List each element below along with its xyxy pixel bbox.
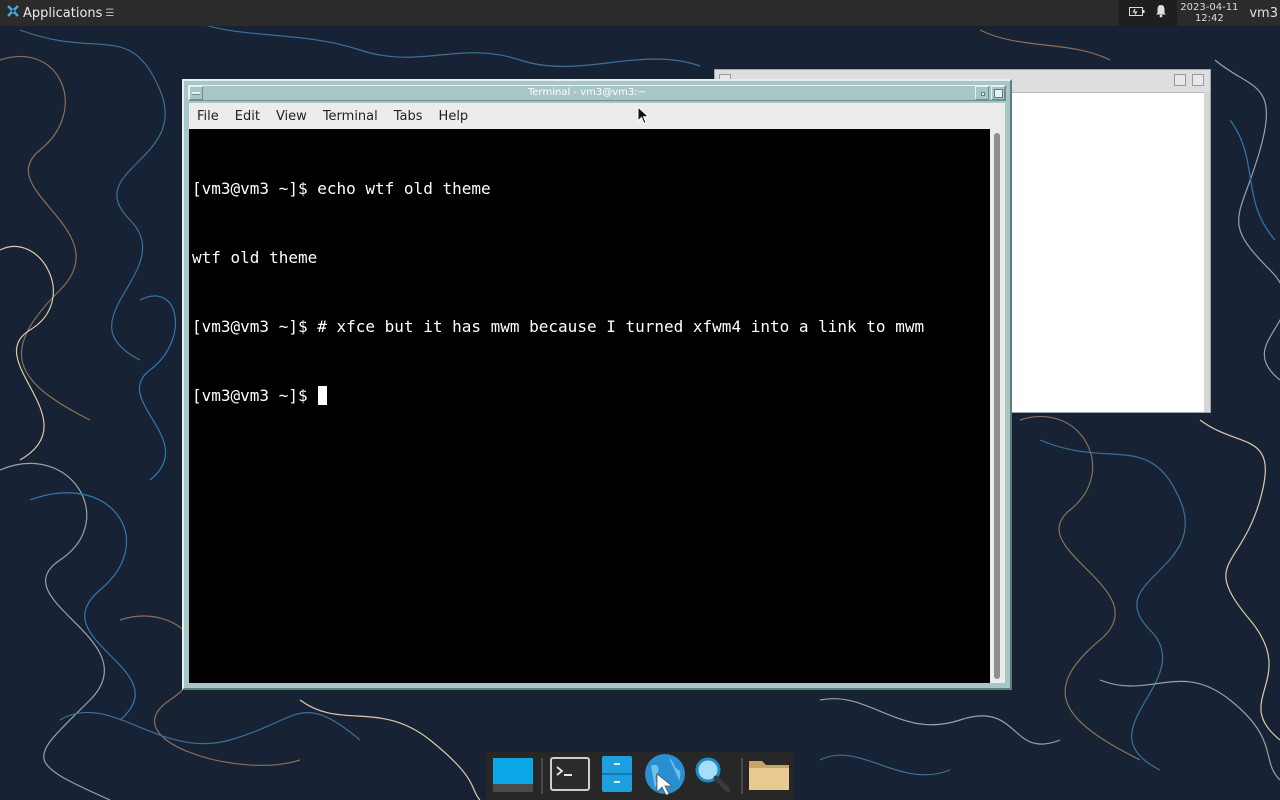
terminal-icon bbox=[549, 757, 590, 795]
globe-icon bbox=[643, 752, 687, 800]
system-tray: 2023-04-11 12:42 vm3 bbox=[1119, 0, 1280, 26]
dock-separator bbox=[740, 758, 743, 794]
terminal-line: wtf old theme bbox=[192, 248, 318, 267]
mouse-pointer-icon bbox=[637, 106, 650, 125]
terminal-prompt-line: [vm3@vm3 ~]$ bbox=[192, 384, 989, 407]
applications-menu-button[interactable]: Applications ☰ bbox=[2, 0, 118, 26]
menu-tabs[interactable]: Tabs bbox=[386, 109, 431, 124]
menu-file[interactable]: File bbox=[189, 109, 227, 124]
terminal-line: [vm3@vm3 ~]$ echo wtf old theme bbox=[192, 179, 491, 198]
maximize-icon[interactable] bbox=[991, 86, 1005, 100]
terminal-titlebar[interactable]: Terminal - vm3@vm3:~ bbox=[188, 85, 1006, 101]
background-window-frame bbox=[1204, 92, 1210, 412]
terminal-prompt: [vm3@vm3 ~]$ bbox=[192, 386, 318, 405]
terminal-menubar: File Edit View Terminal Tabs Help bbox=[189, 103, 1005, 129]
terminal-line: [vm3@vm3 ~]$ # xfce but it has mwm becau… bbox=[192, 317, 925, 336]
terminal-window[interactable]: Terminal - vm3@vm3:~ File Edit View Term… bbox=[182, 79, 1012, 690]
minimize-icon[interactable] bbox=[975, 86, 989, 100]
user-menu[interactable]: vm3 bbox=[1241, 6, 1280, 21]
bell-icon[interactable] bbox=[1155, 4, 1167, 22]
terminal-scrollbar[interactable] bbox=[990, 129, 1005, 683]
menu-glyph-icon: ☰ bbox=[105, 7, 115, 19]
dock-separator bbox=[541, 758, 544, 794]
text-cursor bbox=[318, 386, 328, 405]
terminal-output[interactable]: [vm3@vm3 ~]$ echo wtf old theme wtf old … bbox=[189, 129, 1005, 683]
clock[interactable]: 2023-04-11 12:42 bbox=[1177, 2, 1241, 24]
applications-menu-label: Applications bbox=[23, 5, 103, 21]
dock-item-terminal[interactable] bbox=[547, 753, 592, 799]
window-title: Terminal - vm3@vm3:~ bbox=[527, 87, 647, 98]
dock-item-web-browser[interactable] bbox=[642, 753, 687, 799]
dock-item-file-manager[interactable] bbox=[595, 753, 640, 799]
menu-edit[interactable]: Edit bbox=[227, 109, 268, 124]
xfce-logo-icon bbox=[6, 4, 20, 22]
file-cabinet-icon bbox=[600, 754, 634, 798]
battery-icon[interactable] bbox=[1129, 6, 1145, 21]
menu-view[interactable]: View bbox=[268, 109, 315, 124]
dock-item-folder[interactable] bbox=[747, 753, 792, 799]
menu-help[interactable]: Help bbox=[431, 109, 477, 124]
maximize-icon[interactable] bbox=[1192, 74, 1204, 86]
clock-time: 12:42 bbox=[1194, 13, 1224, 24]
dock bbox=[486, 752, 794, 800]
magnifier-icon bbox=[693, 755, 731, 797]
top-panel: Applications ☰ 2023-04-11 12:42 vm3 bbox=[0, 0, 1280, 26]
dock-item-show-desktop[interactable] bbox=[490, 753, 535, 799]
scrollbar-thumb[interactable] bbox=[994, 133, 1000, 679]
window-menu-icon[interactable] bbox=[189, 86, 203, 100]
desktop: Applications ☰ 2023-04-11 12:42 vm3 Term… bbox=[0, 0, 1280, 800]
clock-date: 2023-04-11 bbox=[1180, 2, 1239, 13]
desktop-icon bbox=[491, 754, 535, 798]
dock-item-app-finder[interactable] bbox=[689, 753, 734, 799]
minimize-icon[interactable] bbox=[1174, 74, 1186, 86]
folder-icon bbox=[748, 757, 790, 795]
menu-terminal[interactable]: Terminal bbox=[315, 109, 386, 124]
